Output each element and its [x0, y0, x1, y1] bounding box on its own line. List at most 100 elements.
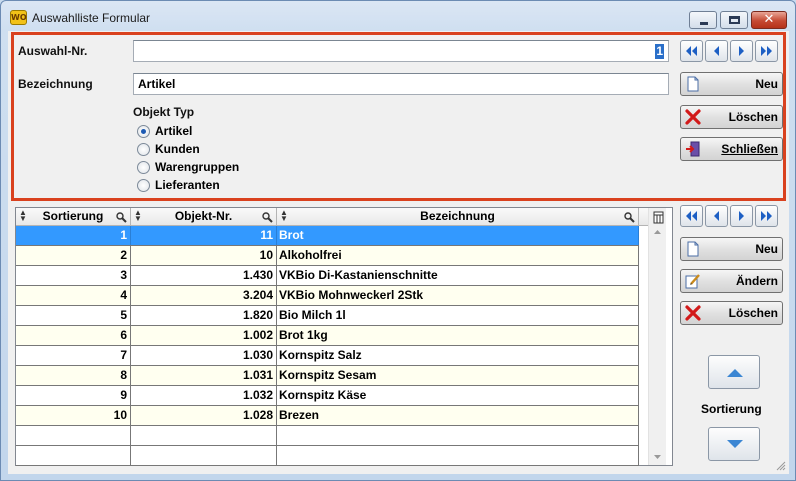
move-up-button[interactable] [708, 355, 760, 389]
cell-objekt-nr: 1.002 [131, 326, 277, 345]
cell-bezeichnung: Alkoholfrei [277, 246, 639, 265]
sort-arrows-icon: ▲ ▼ [280, 208, 288, 223]
radio-label: Kunden [155, 142, 200, 156]
scroll-up-icon[interactable] [653, 228, 662, 237]
table-row[interactable]: 9 1.032 Kornspitz Käse [16, 386, 639, 406]
column-header-bezeichnung[interactable]: ▲ ▼ Bezeichnung [277, 208, 639, 226]
radio-button[interactable] [137, 143, 150, 156]
delete-entry-button[interactable]: Löschen [680, 301, 783, 325]
move-down-icon [727, 440, 743, 448]
column-chooser-icon[interactable] [653, 211, 664, 224]
vertical-scrollbar[interactable] [648, 208, 666, 465]
button-label: Neu [755, 242, 778, 256]
nav-prev-button[interactable] [705, 40, 728, 62]
nav-first-button[interactable] [680, 40, 703, 62]
cell-objekt-nr: 1.031 [131, 366, 277, 385]
delete-selection-button[interactable]: Löschen [680, 105, 783, 129]
cell-sortierung [16, 426, 131, 445]
nav-last-button[interactable] [755, 40, 778, 62]
cell-objekt-nr: 1.028 [131, 406, 277, 425]
table-row[interactable]: 7 1.030 Kornspitz Salz [16, 346, 639, 366]
cell-bezeichnung [277, 446, 639, 465]
search-icon[interactable] [116, 212, 127, 223]
resize-grip-icon[interactable] [776, 461, 786, 471]
cell-objekt-nr: 1.430 [131, 266, 277, 285]
next-record-icon [739, 211, 744, 221]
new-document-icon [687, 241, 699, 257]
app-logo-icon: WO [10, 10, 27, 25]
table-row[interactable]: 8 1.031 Kornspitz Sesam [16, 366, 639, 386]
bezeichnung-field[interactable]: Artikel [133, 73, 669, 95]
close-window-button[interactable]: ✕ [751, 11, 787, 29]
bezeichnung-label: Bezeichnung [18, 77, 93, 91]
table-row[interactable]: 10 1.028 Brezen [16, 406, 639, 426]
table-row[interactable]: 5 1.820 Bio Milch 1l [16, 306, 639, 326]
button-label: Löschen [728, 110, 778, 124]
new-selection-button[interactable]: Neu [680, 72, 783, 96]
edit-entry-button[interactable]: Ändern [680, 269, 783, 293]
table-row[interactable] [16, 446, 639, 466]
new-document-icon [687, 76, 699, 92]
cell-bezeichnung: VKBio Di-Kastanienschnitte [277, 266, 639, 285]
search-icon[interactable] [262, 212, 273, 223]
column-header-sortierung[interactable]: ▲ ▼ Sortierung [16, 208, 131, 226]
table-row[interactable]: 3 1.430 VKBio Di-Kastanienschnitte [16, 266, 639, 286]
new-entry-button[interactable]: Neu [680, 237, 783, 261]
auswahl-nr-field[interactable]: 1 [133, 40, 669, 62]
grid-nav-first-button[interactable] [680, 205, 703, 227]
nav-next-button[interactable] [730, 40, 753, 62]
last-record-icon [761, 46, 772, 56]
column-header-filler [639, 208, 648, 226]
column-header-objekt-nr[interactable]: ▲ ▼ Objekt-Nr. [131, 208, 277, 226]
objekt-typ-label: Objekt Typ [133, 105, 195, 119]
cell-bezeichnung: Bio Milch 1l [277, 306, 639, 325]
title-bar[interactable]: WO Auswahlliste Formular ✕ [1, 1, 795, 31]
sortierung-label: Sortierung [701, 402, 762, 416]
cell-bezeichnung: Kornspitz Salz [277, 346, 639, 365]
cell-objekt-nr [131, 426, 277, 445]
close-form-button[interactable]: Schließen [680, 137, 783, 161]
radio-label: Lieferanten [155, 178, 220, 192]
last-record-icon [761, 211, 772, 221]
cell-bezeichnung: VKBio Mohnweckerl 2Stk [277, 286, 639, 305]
search-icon[interactable] [624, 212, 635, 223]
next-record-icon [739, 46, 744, 56]
cell-sortierung: 8 [16, 366, 131, 385]
application-window: WO Auswahlliste Formular ✕ Auswahl-Nr. 1… [0, 0, 796, 481]
button-label: Löschen [728, 306, 778, 320]
exit-door-icon [686, 141, 700, 157]
grid-nav-next-button[interactable] [730, 205, 753, 227]
radio-button[interactable] [137, 179, 150, 192]
cell-objekt-nr: 1.820 [131, 306, 277, 325]
table-row[interactable]: 6 1.002 Brot 1kg [16, 326, 639, 346]
cell-objekt-nr: 1.032 [131, 386, 277, 405]
move-down-button[interactable] [708, 427, 760, 461]
radio-button[interactable] [137, 125, 150, 138]
maximize-button[interactable] [720, 11, 748, 29]
minimize-button[interactable] [689, 11, 717, 29]
cell-sortierung: 6 [16, 326, 131, 345]
table-row[interactable] [16, 426, 639, 446]
cell-sortierung: 10 [16, 406, 131, 425]
cell-sortierung: 3 [16, 266, 131, 285]
grid-nav-prev-button[interactable] [705, 205, 728, 227]
previous-record-icon [714, 211, 719, 221]
button-label: Ändern [736, 274, 778, 288]
table-row[interactable]: 4 3.204 VKBio Mohnweckerl 2Stk [16, 286, 639, 306]
column-header-label: Objekt-Nr. [174, 209, 233, 223]
cell-sortierung [16, 446, 131, 465]
selection-form-panel: Auswahl-Nr. 1 Bezeichnung Artikel Objekt… [11, 32, 786, 201]
sort-arrows-icon: ▲ ▼ [19, 208, 27, 223]
cell-sortierung: 5 [16, 306, 131, 325]
table-row[interactable]: 2 10 Alkoholfrei [16, 246, 639, 266]
radio-button[interactable] [137, 161, 150, 174]
column-header-label: Sortierung [42, 209, 104, 223]
table-row[interactable]: 1 11 Brot [16, 226, 639, 246]
window-title: Auswahlliste Formular [32, 11, 151, 25]
cell-bezeichnung: Brot [277, 226, 639, 245]
scroll-down-icon[interactable] [653, 452, 662, 461]
move-up-icon [727, 369, 743, 377]
bezeichnung-value: Artikel [138, 77, 176, 91]
grid-nav-last-button[interactable] [755, 205, 778, 227]
radio-label: Warengruppen [155, 160, 240, 174]
